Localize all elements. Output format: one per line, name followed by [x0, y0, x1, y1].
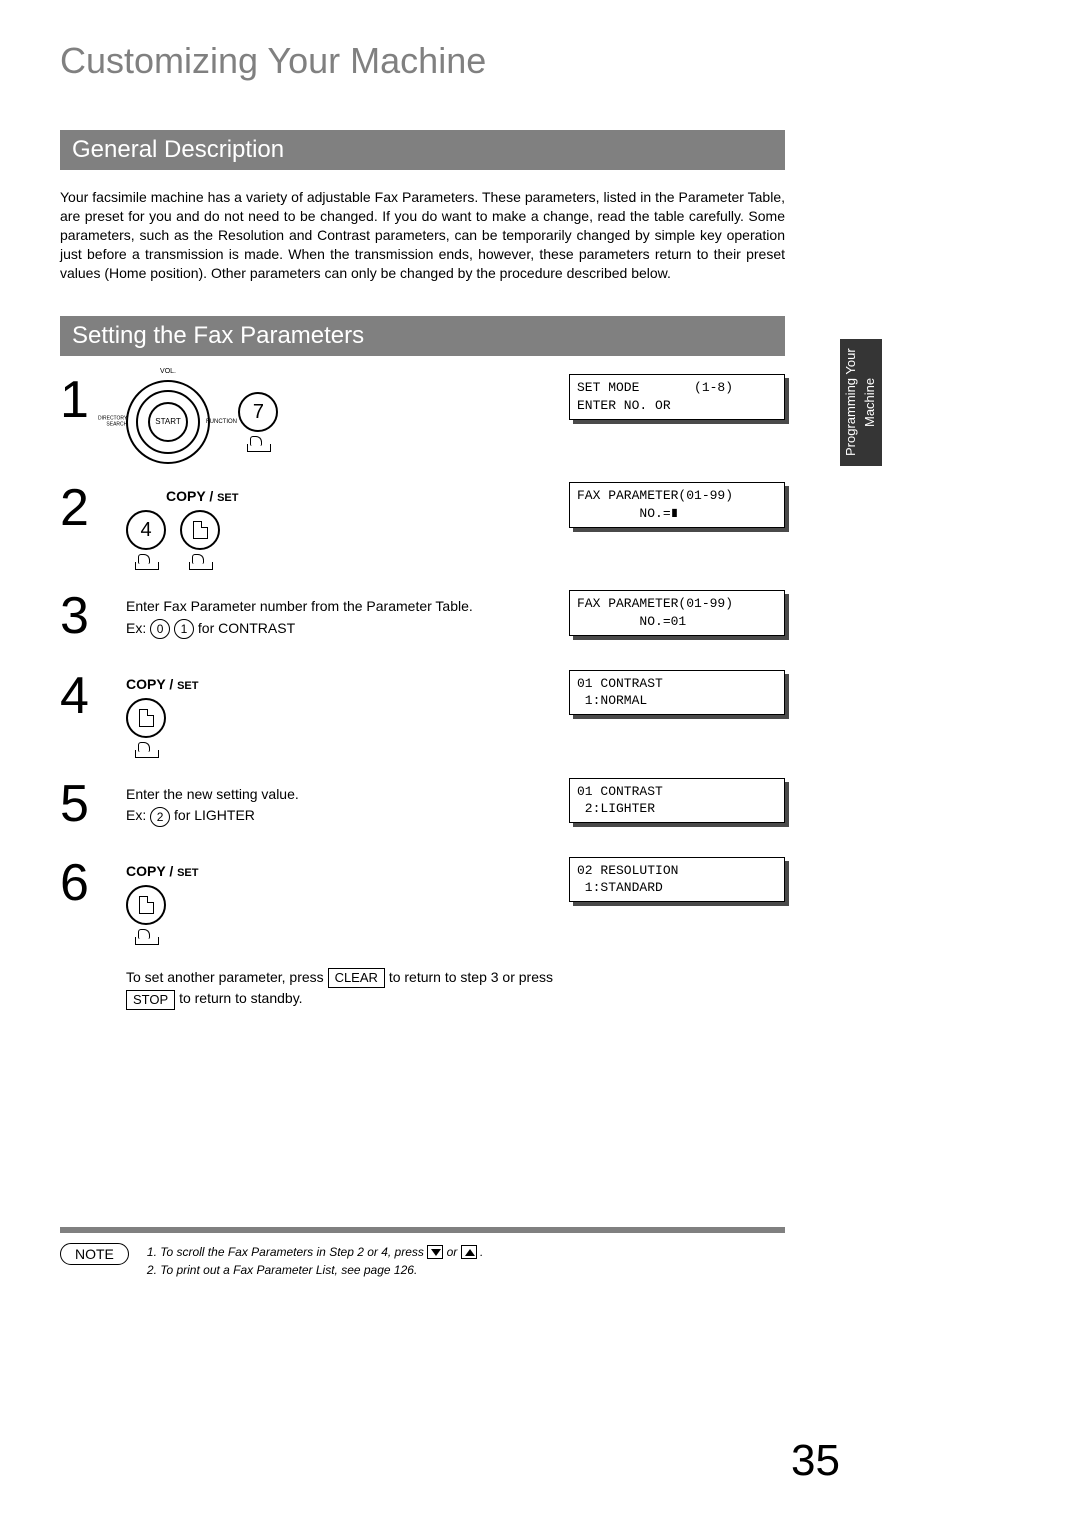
- step-3-instruction: Enter Fax Parameter number from the Para…: [126, 596, 569, 639]
- ex-prefix: Ex:: [126, 807, 150, 823]
- ex-prefix: Ex:: [126, 620, 150, 636]
- step-number: 6: [60, 857, 108, 909]
- key-set-icon: [126, 698, 166, 758]
- key-0: 0: [150, 619, 170, 639]
- step-3: 3 Enter Fax Parameter number from the Pa…: [60, 590, 785, 651]
- footer-separator: [60, 1227, 785, 1233]
- tail-text-a: To set another parameter, press: [126, 969, 328, 985]
- footnote-2: 2. To print out a Fax Parameter List, se…: [147, 1261, 483, 1279]
- footer: NOTE 1. To scroll the Fax Parameters in …: [60, 1243, 785, 1279]
- steps-list: 1 VOL. DIRECTORY SEARCH FUNCTION START 7…: [60, 374, 785, 1036]
- step-number: 4: [60, 670, 108, 722]
- set-label: SET: [177, 867, 198, 879]
- ex-suffix: for CONTRAST: [198, 620, 295, 636]
- lcd-display-3: FAX PARAMETER(01-99) NO.=01: [569, 590, 785, 635]
- set-label: SET: [217, 492, 238, 504]
- key-set-icon: [180, 510, 220, 570]
- tail-text-c: to return to standby.: [179, 990, 302, 1006]
- side-tab: Programming Your Machine: [840, 339, 882, 466]
- ex-suffix: for LIGHTER: [174, 807, 255, 823]
- step-number: 3: [60, 590, 108, 642]
- lcd-display-5: 01 CONTRAST 2:LIGHTER: [569, 778, 785, 823]
- step-6-tail: To set another parameter, press CLEAR to…: [126, 967, 569, 1010]
- page-title: Customizing Your Machine: [60, 40, 785, 82]
- step-number: 2: [60, 482, 108, 534]
- copy-label: COPY /: [126, 676, 177, 692]
- step-6: 6 COPY / SET To set another parameter, p…: [60, 857, 785, 1037]
- lcd-display-6: 02 RESOLUTION 1:STANDARD: [569, 857, 785, 902]
- key-set-icon: [126, 885, 166, 945]
- key-4-icon: 4: [126, 510, 166, 570]
- lcd-display-1: SET MODE (1-8) ENTER NO. OR: [569, 374, 785, 419]
- step-1: 1 VOL. DIRECTORY SEARCH FUNCTION START 7…: [60, 374, 785, 464]
- up-arrow-icon: [461, 1245, 477, 1259]
- lcd-display-2: FAX PARAMETER(01-99) NO.=∎: [569, 482, 785, 527]
- key-1: 1: [174, 619, 194, 639]
- step-3-line1: Enter Fax Parameter number from the Para…: [126, 598, 473, 614]
- tail-text-b: to return to step 3 or press: [389, 969, 553, 985]
- step-2: 2 COPY / SET 4 FAX PARAMETER(0: [60, 482, 785, 572]
- footnote-1b: or: [447, 1245, 461, 1259]
- step-4: 4 COPY / SET 01 CONTRAST 1:NORMAL: [60, 670, 785, 760]
- key-4-label: 4: [126, 510, 166, 550]
- dial-center-label: START: [155, 418, 180, 426]
- general-description-body: Your facsimile machine has a variety of …: [60, 188, 785, 282]
- press-icon: [135, 554, 157, 570]
- step-number: 5: [60, 778, 108, 830]
- copy-label: COPY /: [126, 863, 177, 879]
- step-5: 5 Enter the new setting value. Ex: 2 for…: [60, 778, 785, 839]
- doc-icon: [193, 521, 208, 539]
- doc-icon: [139, 709, 154, 727]
- key-7-label: 7: [238, 392, 278, 432]
- press-icon: [247, 436, 269, 452]
- section-general-description: General Description: [60, 130, 785, 170]
- doc-icon: [139, 896, 154, 914]
- clear-key: CLEAR: [328, 968, 385, 988]
- key-2: 2: [150, 807, 170, 827]
- press-icon: [135, 742, 157, 758]
- footnote-1c: .: [480, 1245, 483, 1259]
- dial-label-left: DIRECTORY SEARCH: [98, 417, 127, 428]
- set-label: SET: [177, 680, 198, 692]
- function-dial-icon: VOL. DIRECTORY SEARCH FUNCTION START: [126, 380, 210, 464]
- press-icon: [189, 554, 211, 570]
- note-badge: NOTE: [60, 1243, 129, 1265]
- lcd-display-4: 01 CONTRAST 1:NORMAL: [569, 670, 785, 715]
- footnotes: 1. To scroll the Fax Parameters in Step …: [147, 1243, 483, 1279]
- press-icon: [135, 929, 157, 945]
- step-5-instruction: Enter the new setting value. Ex: 2 for L…: [126, 784, 569, 827]
- copy-label: COPY /: [166, 488, 217, 504]
- dial-label-right: FUNCTION: [206, 419, 237, 425]
- key-7-icon: 7: [238, 392, 278, 452]
- dial-label-top: VOL.: [160, 368, 176, 375]
- page-content: Customizing Your Machine General Descrip…: [0, 0, 845, 1279]
- footnote-1a: 1. To scroll the Fax Parameters in Step …: [147, 1245, 427, 1259]
- down-arrow-icon: [427, 1245, 443, 1259]
- copy-set-label: COPY / SET: [126, 863, 569, 879]
- copy-set-label: COPY / SET: [126, 676, 569, 692]
- stop-key: STOP: [126, 990, 175, 1010]
- page-number: 35: [791, 1436, 840, 1486]
- copy-set-label: COPY / SET: [166, 488, 569, 504]
- step-5-line1: Enter the new setting value.: [126, 786, 299, 802]
- section-setting-fax-parameters: Setting the Fax Parameters: [60, 316, 785, 356]
